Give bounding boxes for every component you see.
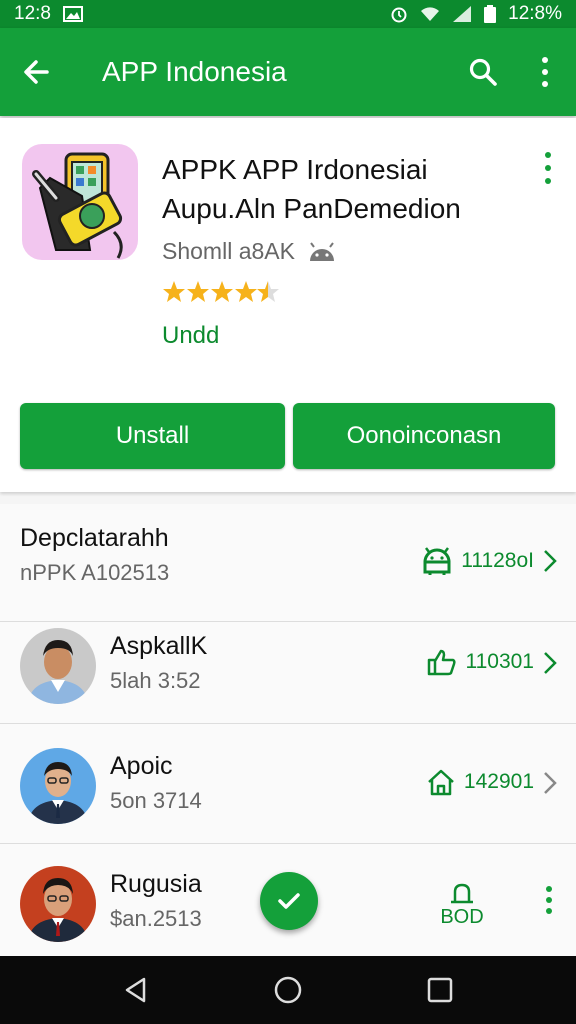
list-item-name: Apoic	[110, 752, 173, 780]
list-item-subtitle: $an.2513	[110, 906, 202, 931]
android-icon	[309, 241, 334, 261]
list-item-name: AspkallK	[110, 632, 208, 660]
chevron-right-icon	[544, 652, 557, 674]
home-icon	[428, 769, 454, 796]
app-bar-title: APP Indonesia	[102, 56, 287, 87]
confirm-fab[interactable]	[260, 872, 318, 930]
update-label: Undd	[162, 322, 220, 349]
android-download-icon	[423, 547, 451, 575]
avatar	[20, 866, 96, 942]
wifi-icon	[420, 6, 440, 22]
avatar	[20, 748, 96, 824]
app-name: APPK APP Irdonesiai Aupu.Aln PanDemedion	[162, 154, 461, 224]
overflow-menu-button[interactable]	[514, 28, 576, 116]
developer-row[interactable]: Shomll a8AK	[162, 238, 337, 265]
developer-name: Shomll a8AK	[162, 238, 295, 264]
list-item-stat-value: 110301	[465, 650, 534, 673]
triangle-back-icon	[125, 977, 146, 1003]
signal-icon	[452, 5, 472, 23]
list-item-subtitle: 5on 3714	[110, 788, 202, 813]
list-item[interactable]: AspkallK 5lah 3:52 110301	[0, 606, 576, 724]
list-header-subtitle: nPPK A102513	[20, 560, 170, 585]
list-header-stat: 11128oI	[421, 546, 534, 576]
arrow-back-icon	[24, 60, 49, 84]
list-item-name: Rugusia	[110, 870, 202, 898]
square-recents-icon	[427, 977, 453, 1003]
list-header-row[interactable]: Depclatarahh nPPK A102513 11128oI	[0, 504, 576, 622]
status-time-right: 12:8%	[508, 3, 562, 24]
thumbs-up-icon	[428, 649, 457, 676]
search-icon	[469, 58, 497, 86]
app-icon[interactable]	[22, 144, 138, 260]
nav-back-button[interactable]	[106, 960, 166, 1020]
app-bar: APP Indonesia	[0, 28, 576, 116]
circle-home-icon	[274, 976, 302, 1004]
nav-home-button[interactable]	[258, 960, 318, 1020]
system-nav-bar	[0, 956, 576, 1024]
check-icon	[278, 893, 300, 909]
list-item[interactable]: Apoic 5on 3714 142901	[0, 726, 576, 844]
back-button[interactable]	[0, 28, 72, 116]
status-time-left: 12:8	[14, 3, 51, 24]
rating-stars	[162, 280, 280, 304]
nav-recents-button[interactable]	[410, 960, 470, 1020]
image-notification-icon	[62, 6, 83, 22]
bod-action-label: BOD	[440, 906, 484, 928]
app-detail-card: APPK APP Irdonesiai Aupu.Aln PanDemedion…	[0, 118, 576, 492]
bod-action-button[interactable]: BOD	[436, 882, 488, 929]
avatar	[20, 628, 96, 704]
list-item-stat: 110301	[427, 648, 534, 676]
uninstall-button[interactable]: Unstall	[20, 403, 285, 469]
open-button[interactable]: Oonoinconasn	[293, 403, 555, 469]
battery-icon	[484, 5, 497, 23]
search-button[interactable]	[452, 28, 514, 116]
list-header-stat-value: 11128oI	[461, 549, 534, 572]
list-item-stat-value: 142901	[463, 770, 534, 793]
chevron-right-icon	[544, 772, 557, 794]
list-header-title: Depclatarahh	[20, 524, 169, 552]
more-vert-icon	[542, 57, 548, 87]
alarm-icon	[390, 5, 408, 23]
chevron-right-icon	[544, 550, 557, 572]
bell-icon	[451, 883, 473, 904]
status-bar: 12:8 12:8%	[0, 0, 576, 28]
app-card-more-button[interactable]	[536, 152, 560, 184]
list-item-stat: 142901	[426, 768, 534, 796]
list-item-subtitle: 5lah 3:52	[110, 668, 201, 693]
list-item-more-button[interactable]	[538, 886, 560, 914]
